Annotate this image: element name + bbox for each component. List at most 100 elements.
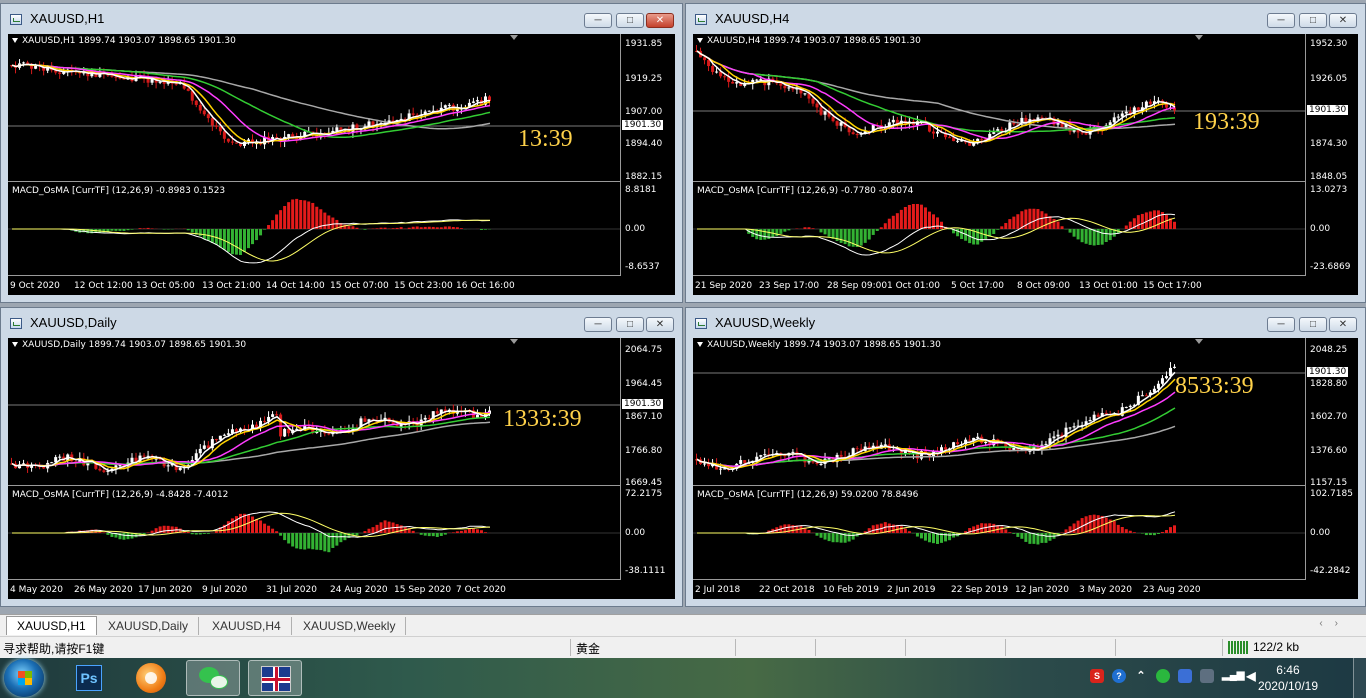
- time-axis: 21 Sep 2020 23 Sep 17:00 28 Sep 09:00 1 Oct…: [693, 281, 1305, 293]
- start-button[interactable]: [4, 659, 44, 697]
- window-titlebar[interactable]: XAUUSD,Daily ─ □ ✕: [1, 308, 682, 338]
- close-button[interactable]: ✕: [1329, 317, 1357, 332]
- macd-histogram-bar: [106, 229, 110, 232]
- maximize-button[interactable]: □: [1299, 13, 1327, 28]
- candle-body: [206, 114, 210, 119]
- maximize-button[interactable]: □: [616, 13, 644, 28]
- price-pane[interactable]: XAUUSD,Daily 1899.74 1903.07 1898.65 190…: [8, 338, 620, 486]
- dropdown-triangle-icon[interactable]: [12, 342, 18, 347]
- maximize-button[interactable]: □: [616, 317, 644, 332]
- taskbar-photoshop[interactable]: Ps: [62, 660, 116, 696]
- time-tick-label: 14 Oct 14:00: [266, 281, 325, 291]
- price-tick-label: 1952.30: [1310, 39, 1348, 49]
- macd-histogram-bar: [355, 227, 359, 229]
- price-pane[interactable]: XAUUSD,Weekly 1899.74 1903.07 1898.65 19…: [693, 338, 1305, 486]
- chart-shift-marker-icon[interactable]: [510, 339, 518, 344]
- macd-histogram-bar: [431, 226, 435, 229]
- chart-shift-marker-icon[interactable]: [510, 35, 518, 40]
- close-button[interactable]: ✕: [646, 13, 674, 28]
- window-titlebar[interactable]: XAUUSD,H1 ─ □ ✕: [1, 4, 682, 34]
- candle-body: [271, 414, 275, 417]
- taskbar-app-orange[interactable]: [124, 660, 178, 696]
- minimize-icon: ─: [594, 318, 602, 330]
- tab-scroll-arrows[interactable]: ‹›: [1319, 618, 1350, 629]
- minimize-button[interactable]: ─: [1267, 317, 1295, 332]
- macd-histogram-bar: [299, 199, 303, 229]
- macd-histogram-bar: [1076, 229, 1080, 240]
- ma-white-line: [11, 409, 491, 472]
- macd-histogram-bar: [447, 226, 451, 229]
- macd-histogram-bar: [1008, 219, 1012, 229]
- window-titlebar[interactable]: XAUUSD,H4 ─ □ ✕: [686, 4, 1365, 34]
- chart-area[interactable]: XAUUSD,Daily 1899.74 1903.07 1898.65 190…: [8, 338, 675, 599]
- tab-xauusd-h1[interactable]: XAUUSD,H1: [6, 616, 97, 635]
- tray-volume-icon[interactable]: ◀: [1244, 669, 1258, 683]
- macd-pane[interactable]: MACD_OsMA [CurrTF] (12,26,9) -4.8428 -7.…: [8, 488, 620, 580]
- tab-xauusd-h4[interactable]: XAUUSD,H4: [202, 617, 292, 635]
- macd-histogram-bar: [1128, 530, 1132, 533]
- maximize-button[interactable]: □: [1299, 317, 1327, 332]
- dropdown-triangle-icon[interactable]: [697, 342, 703, 347]
- chevron-right-icon[interactable]: ›: [1335, 618, 1350, 629]
- tray-help-icon[interactable]: ?: [1112, 669, 1126, 683]
- candle-body: [178, 467, 182, 470]
- candle-body: [58, 72, 62, 74]
- macd-histogram-bar: [871, 525, 875, 533]
- tray-shield-icon[interactable]: [1178, 669, 1192, 683]
- minimize-button[interactable]: ─: [1267, 13, 1295, 28]
- candle-body: [230, 141, 234, 143]
- macd-histogram-bar: [463, 530, 467, 533]
- candle-body: [226, 138, 230, 142]
- tray-usb-icon[interactable]: [1200, 669, 1214, 683]
- show-desktop-button[interactable]: [1353, 658, 1366, 698]
- chart-shift-marker-icon[interactable]: [1195, 339, 1203, 344]
- chart-window-h1[interactable]: XAUUSD,H1 ─ □ ✕ XAUUSD,H1 1899.74 1903.0…: [0, 3, 683, 303]
- close-button[interactable]: ✕: [1329, 13, 1357, 28]
- chevron-left-icon[interactable]: ‹: [1319, 618, 1334, 629]
- macd-pane[interactable]: MACD_OsMA [CurrTF] (12,26,9) 59.0200 78.…: [693, 488, 1305, 580]
- tab-xauusd-weekly[interactable]: XAUUSD,Weekly: [293, 617, 407, 635]
- taskbar-metatrader[interactable]: [248, 660, 302, 696]
- chart-window-weekly[interactable]: XAUUSD,Weekly ─ □ ✕ XAUUSD,Weekly 1899.7…: [685, 307, 1366, 607]
- candle-body: [831, 116, 835, 122]
- macd-tick-label: 0.00: [625, 528, 646, 538]
- tray-sogou-icon[interactable]: S: [1090, 669, 1104, 683]
- macd-histogram-bar: [1076, 520, 1080, 533]
- chart-area[interactable]: XAUUSD,H1 1899.74 1903.07 1898.65 1901.3…: [8, 34, 675, 295]
- macd-histogram-bar: [1040, 533, 1044, 543]
- minimize-button[interactable]: ─: [584, 317, 612, 332]
- macd-histogram-bar: [411, 530, 415, 533]
- chart-area[interactable]: XAUUSD,Weekly 1899.74 1903.07 1898.65 19…: [693, 338, 1358, 599]
- macd-histogram-bar: [847, 229, 851, 247]
- chart-window-h4[interactable]: XAUUSD,H4 ─ □ ✕ XAUUSD,H4 1899.74 1903.0…: [685, 3, 1366, 303]
- macd-pane[interactable]: MACD_OsMA [CurrTF] (12,26,9) -0.8983 0.1…: [8, 184, 620, 276]
- macd-pane[interactable]: MACD_OsMA [CurrTF] (12,26,9) -0.7780 -0.…: [693, 184, 1305, 276]
- time-tick-label: 2 Jul 2018: [695, 585, 741, 595]
- tray-wechat-icon[interactable]: [1156, 669, 1170, 683]
- macd-histogram-bar: [451, 226, 455, 229]
- chart-area[interactable]: XAUUSD,H4 1899.74 1903.07 1898.65 1901.3…: [693, 34, 1358, 295]
- time-tick-label: 22 Oct 2018: [759, 585, 815, 595]
- close-button[interactable]: ✕: [646, 317, 674, 332]
- chart-shift-marker-icon[interactable]: [1195, 35, 1203, 40]
- price-pane[interactable]: XAUUSD,H4 1899.74 1903.07 1898.65 1901.3…: [693, 34, 1305, 182]
- tab-xauusd-daily[interactable]: XAUUSD,Daily: [98, 617, 200, 635]
- minimize-button[interactable]: ─: [584, 13, 612, 28]
- tray-expand-icon[interactable]: ⌃: [1134, 669, 1148, 683]
- candle-body: [186, 88, 190, 91]
- macd-histogram-bar: [992, 229, 996, 234]
- taskbar-clock[interactable]: 6:46 2020/10/19: [1258, 662, 1318, 694]
- macd-histogram-bar: [859, 229, 863, 246]
- dropdown-triangle-icon[interactable]: [697, 38, 703, 43]
- price-pane[interactable]: XAUUSD,H1 1899.74 1903.07 1898.65 1901.3…: [8, 34, 620, 182]
- window-titlebar[interactable]: XAUUSD,Weekly ─ □ ✕: [686, 308, 1365, 338]
- macd-histogram-bar: [1172, 221, 1176, 229]
- taskbar-wechat[interactable]: [186, 660, 240, 696]
- candle-body: [218, 126, 222, 132]
- macd-histogram-bar: [923, 533, 927, 541]
- candle-body: [1148, 101, 1152, 104]
- macd-histogram-bar: [411, 226, 415, 229]
- tray-network-icon[interactable]: ▂▄▆: [1222, 669, 1244, 683]
- dropdown-triangle-icon[interactable]: [12, 38, 18, 43]
- chart-window-daily[interactable]: XAUUSD,Daily ─ □ ✕ XAUUSD,Daily 1899.74 …: [0, 307, 683, 607]
